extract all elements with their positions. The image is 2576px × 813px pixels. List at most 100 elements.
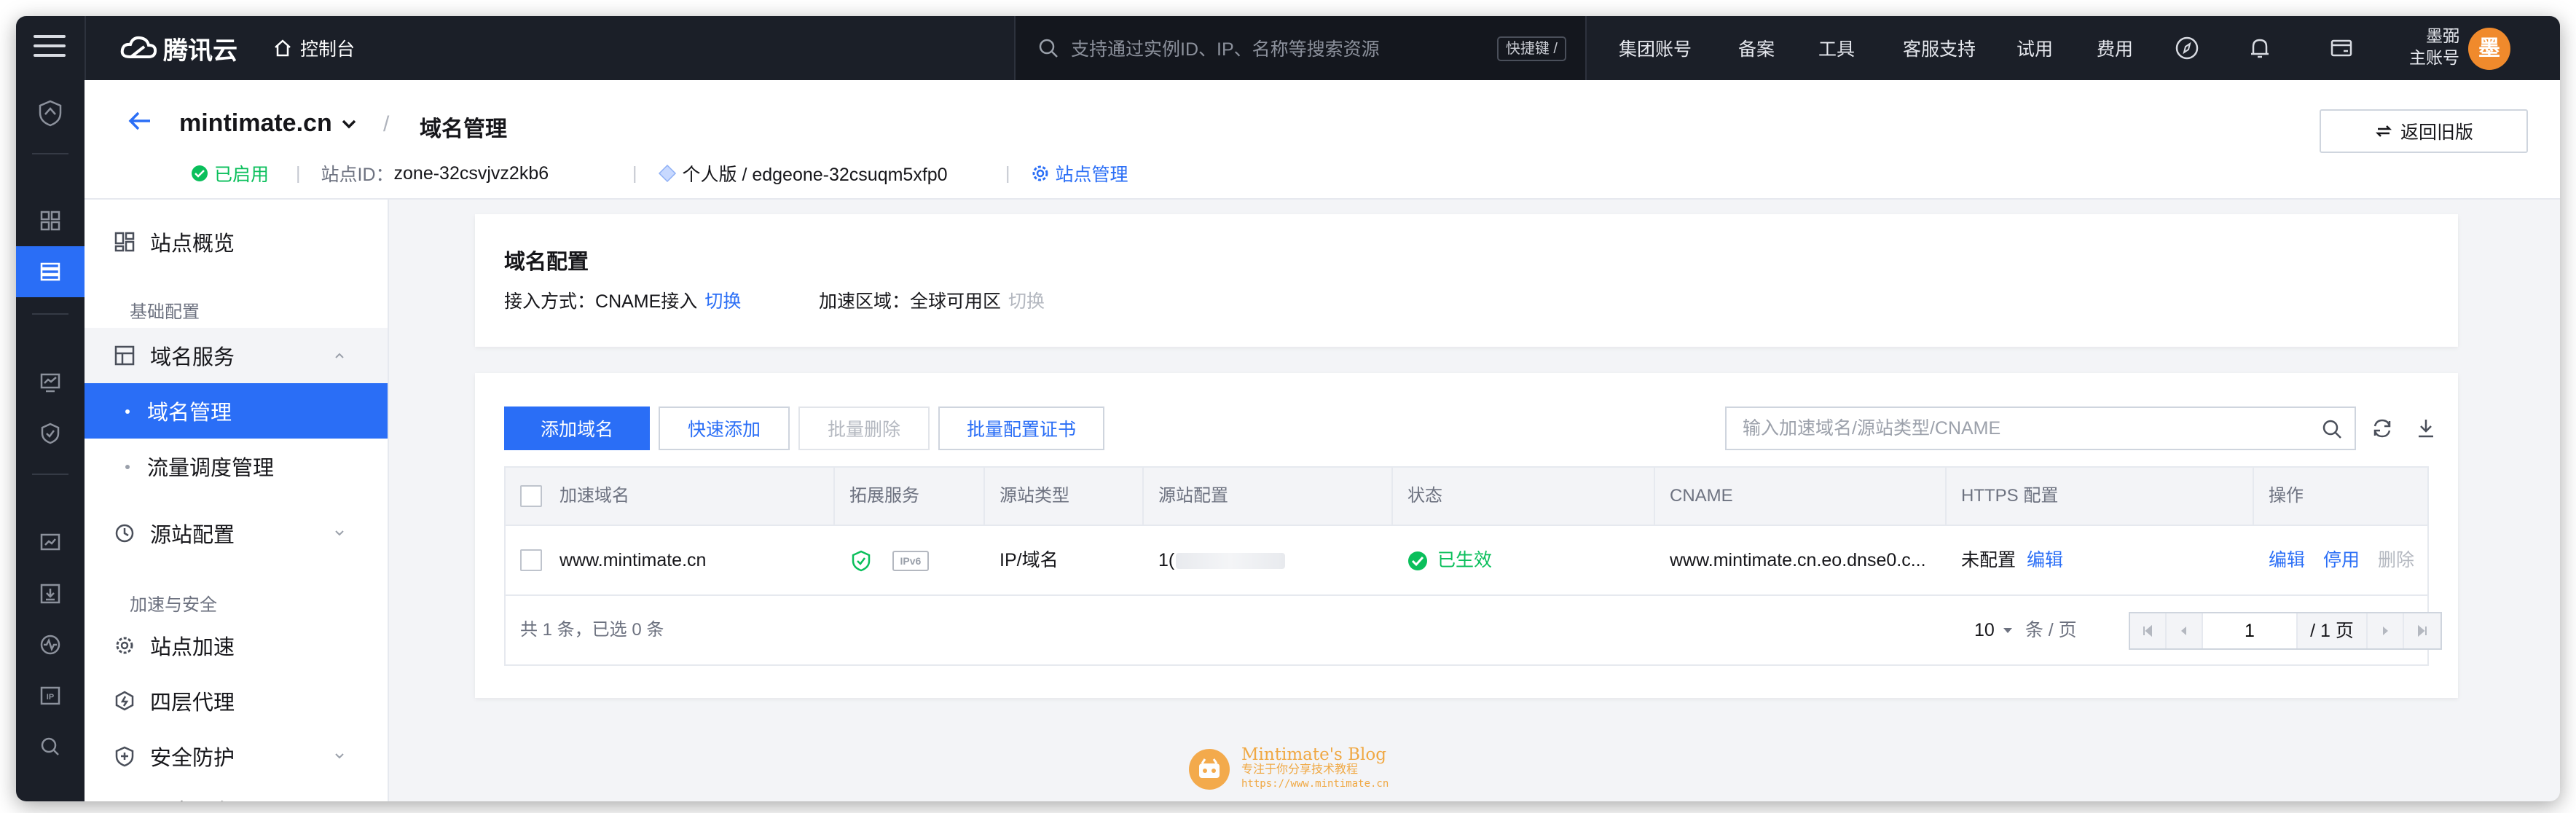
sidebar-label: 站点概览 bbox=[150, 232, 235, 256]
chevron-down-icon bbox=[335, 753, 344, 759]
watermark-text: Mintimate's Blog 专注于你分享技术教程 https://www.… bbox=[1241, 747, 1389, 791]
shield-check-icon bbox=[852, 551, 871, 572]
https-status: 未配置 bbox=[1961, 550, 2017, 570]
sidebar-item-log-service[interactable]: 日志服务 bbox=[85, 782, 388, 801]
bullet bbox=[125, 465, 130, 469]
https-edit-link[interactable]: 编辑 bbox=[2027, 550, 2063, 570]
edit-link[interactable]: 编辑 bbox=[2269, 550, 2305, 570]
search-icon[interactable] bbox=[2321, 418, 2343, 444]
domain-service-icon bbox=[114, 345, 135, 366]
divider bbox=[32, 153, 68, 154]
rail-edgeone-icon[interactable] bbox=[16, 87, 85, 138]
rail-ip-icon[interactable]: IP bbox=[16, 670, 85, 721]
selection-summary: 共 1 条，已选 0 条 bbox=[520, 620, 664, 640]
batch-cert-button[interactable]: 批量配置证书 bbox=[938, 406, 1104, 450]
avatar: 墨 bbox=[2468, 28, 2510, 70]
column-header: 状态 bbox=[1393, 468, 1655, 525]
sidebar-item-l4-proxy[interactable]: 四层代理 bbox=[85, 673, 388, 728]
sidebar-item-overview[interactable]: 站点概览 bbox=[85, 214, 388, 270]
column-header: 源站配置 bbox=[1144, 468, 1393, 525]
top-bar: 腾讯云 控制台 支持通过实例ID、IP、名称等搜索资源 快捷键 / 集团账号 备… bbox=[16, 16, 2560, 80]
sidebar-label: 域名服务 bbox=[150, 346, 235, 369]
user-menu[interactable]: 墨弼 主账号 墨 bbox=[2391, 22, 2515, 74]
site-manage-link[interactable]: 站点管理 bbox=[1056, 160, 1128, 186]
chevron-down-icon[interactable] bbox=[341, 118, 357, 133]
download-icon[interactable] bbox=[2414, 417, 2438, 444]
old-version-button[interactable]: 返回旧版 bbox=[2320, 109, 2528, 153]
access-mode: 接入方式： CNAME接入 切换 bbox=[504, 287, 741, 313]
swap-icon bbox=[2375, 125, 2392, 137]
billing-card-icon[interactable] bbox=[2328, 35, 2355, 61]
row-checkbox[interactable] bbox=[520, 549, 542, 571]
accel-region: 加速区域： 全球可用区 切换 bbox=[819, 287, 1045, 313]
sidebar-item-domain-manage[interactable]: 域名管理 bbox=[85, 383, 388, 439]
status-text: 已生效 bbox=[1437, 550, 1492, 570]
shortcut-badge: 快捷键 / bbox=[1496, 36, 1566, 61]
sidebar: 站点概览 基础配置 域名服务 域名管理 流量调度管理 源站配置 加速与安全 站点… bbox=[85, 200, 389, 801]
sidebar-item-site-accel[interactable]: 站点加速 bbox=[85, 618, 388, 673]
next-page-icon[interactable] bbox=[2368, 613, 2404, 648]
last-page-icon[interactable] bbox=[2404, 613, 2440, 648]
rail-pulse-icon[interactable] bbox=[16, 619, 85, 670]
nav-tools[interactable]: 工具 bbox=[1818, 16, 1855, 80]
nav-billing[interactable]: 费用 bbox=[2097, 16, 2133, 80]
menu-icon[interactable] bbox=[34, 35, 66, 61]
sidebar-item-origin-config[interactable]: 源站配置 bbox=[85, 506, 388, 561]
global-search[interactable]: 支持通过实例ID、IP、名称等搜索资源 快捷键 / bbox=[1014, 16, 1587, 80]
rail-shield-icon[interactable] bbox=[16, 408, 85, 459]
domain-search[interactable] bbox=[1725, 406, 2356, 450]
sidebar-item-security[interactable]: 安全防护 bbox=[85, 728, 388, 784]
bell-icon[interactable] bbox=[2247, 35, 2273, 61]
watermark-title: Mintimate's Blog bbox=[1241, 745, 1386, 764]
diamond-icon bbox=[658, 164, 676, 183]
access-switch-link[interactable]: 切换 bbox=[704, 287, 741, 313]
rail-site-list-icon[interactable] bbox=[16, 246, 85, 297]
sidebar-label: 源站配置 bbox=[150, 524, 235, 547]
domain-cell: www.mintimate.cn bbox=[559, 550, 707, 570]
divider bbox=[32, 474, 68, 475]
rail-download-icon[interactable] bbox=[16, 568, 85, 619]
meta-divider: | bbox=[632, 162, 637, 184]
nav-group-account[interactable]: 集团账号 bbox=[1619, 16, 1692, 80]
select-all-checkbox[interactable] bbox=[520, 485, 542, 507]
rail-monitor-icon[interactable] bbox=[16, 357, 85, 408]
pagination: / 1 页 bbox=[2129, 612, 2442, 650]
refresh-icon[interactable] bbox=[2371, 417, 2394, 444]
add-domain-button[interactable]: 添加域名 bbox=[504, 406, 650, 450]
nav-icp[interactable]: 备案 bbox=[1738, 16, 1775, 80]
domain-search-input[interactable] bbox=[1743, 417, 2296, 439]
first-page-icon[interactable] bbox=[2130, 613, 2167, 648]
tencent-cloud-logo[interactable]: 腾讯云 bbox=[119, 32, 237, 65]
page-size-value: 10 bbox=[1974, 620, 1995, 640]
browser-frame: 腾讯云 控制台 支持通过实例ID、IP、名称等搜索资源 快捷键 / 集团账号 备… bbox=[16, 16, 2560, 801]
region-switch-link: 切换 bbox=[1008, 291, 1045, 312]
logo-text: 腾讯云 bbox=[163, 36, 237, 65]
chevron-up-icon bbox=[335, 353, 344, 358]
quick-add-button[interactable]: 快速添加 bbox=[659, 406, 790, 450]
rail-dashboard-icon[interactable] bbox=[16, 195, 85, 246]
overview-icon bbox=[114, 232, 135, 252]
column-header: HTTPS 配置 bbox=[1947, 468, 2254, 525]
site-id-value: zone-32csvjvz2kb6 bbox=[393, 162, 549, 184]
nav-support[interactable]: 客服支持 bbox=[1903, 16, 1976, 80]
compass-icon[interactable] bbox=[2174, 35, 2200, 61]
site-manage[interactable]: | 站点管理 bbox=[1005, 160, 1128, 186]
origin-config-cell: 1( bbox=[1144, 526, 1393, 594]
site-id: | 站点ID： zone-32csvjvz2kb6 bbox=[296, 160, 549, 186]
rail-report-icon[interactable] bbox=[16, 517, 85, 568]
nav-trial[interactable]: 试用 bbox=[2017, 16, 2053, 80]
sidebar-item-domain-service[interactable]: 域名服务 bbox=[85, 328, 388, 383]
table-row: www.mintimate.cn IPv6 IP/域名 1( 已生效 www.m… bbox=[504, 526, 2429, 596]
rail-search-icon[interactable] bbox=[16, 721, 85, 772]
sidebar-item-traffic-manage[interactable]: 流量调度管理 bbox=[85, 439, 388, 494]
site-selector[interactable]: mintimate.cn bbox=[179, 109, 332, 138]
prev-page-icon[interactable] bbox=[2167, 613, 2203, 648]
status-cell: 已生效 bbox=[1393, 526, 1655, 594]
region-label: 加速区域： bbox=[819, 291, 911, 312]
back-arrow-icon[interactable] bbox=[125, 106, 154, 139]
disable-link[interactable]: 停用 bbox=[2323, 550, 2360, 570]
page-number-input[interactable] bbox=[2203, 613, 2298, 648]
console-link[interactable]: 控制台 bbox=[272, 32, 355, 64]
site-id-label: 站点ID： bbox=[321, 165, 394, 185]
page-size-select[interactable]: 10 条 / 页 bbox=[1974, 596, 2077, 664]
